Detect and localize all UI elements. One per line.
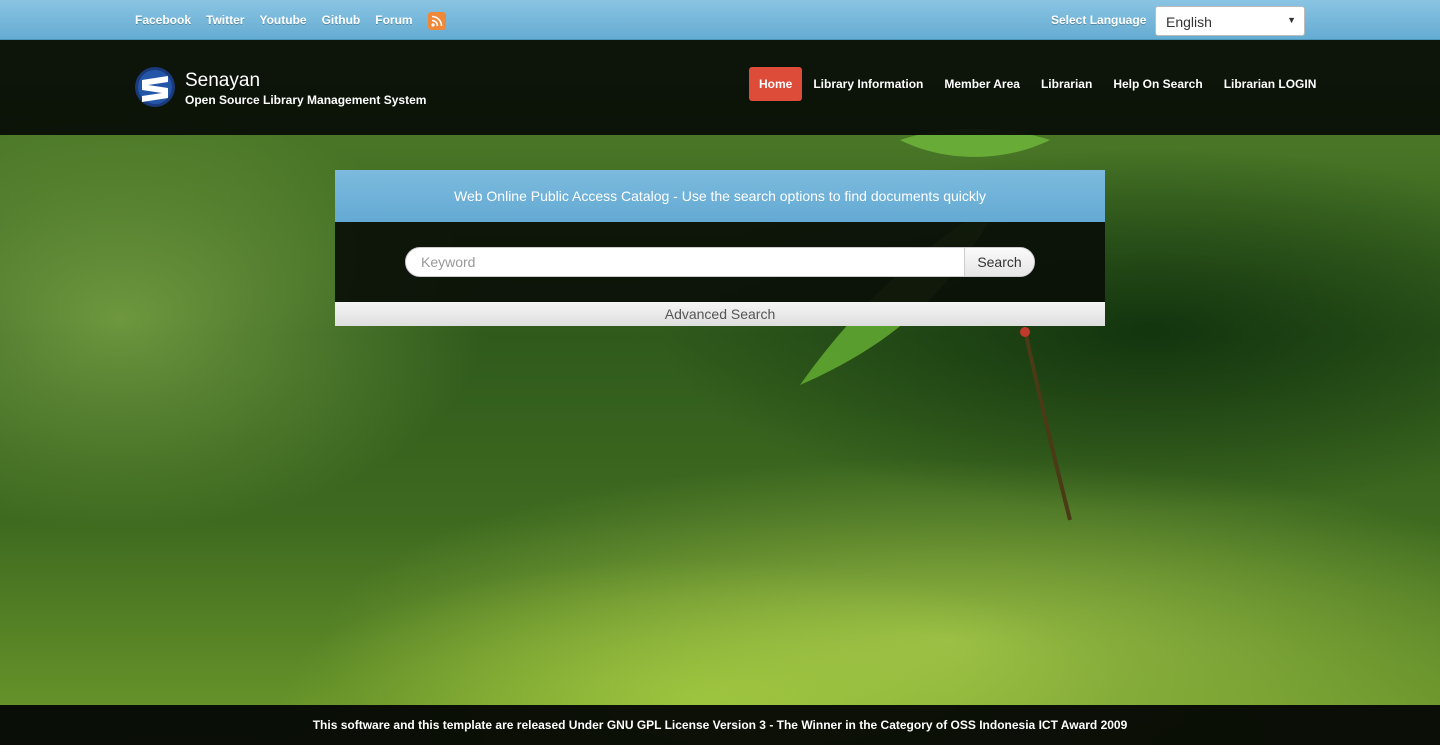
nav-librarian-login[interactable]: Librarian LOGIN (1214, 67, 1327, 101)
nav-librarian[interactable]: Librarian (1031, 67, 1102, 101)
facebook-link[interactable]: Facebook (135, 13, 191, 27)
footer-license-text: This software and this template are rele… (0, 705, 1440, 745)
language-selected-value: English (1166, 14, 1212, 30)
language-label: Select Language (1051, 13, 1147, 27)
advanced-search-toggle[interactable]: Advanced Search (335, 302, 1105, 326)
nav-home[interactable]: Home (749, 67, 803, 101)
search-panel-body: Search (335, 222, 1105, 302)
chevron-down-icon: ▼ (1287, 15, 1296, 25)
twitter-link[interactable]: Twitter (206, 13, 244, 27)
nav-help-on-search[interactable]: Help On Search (1103, 67, 1212, 101)
forum-link[interactable]: Forum (375, 13, 412, 27)
nav-member-area[interactable]: Member Area (934, 67, 1030, 101)
site-header: Senayan Open Source Library Management S… (0, 40, 1440, 135)
search-button[interactable]: Search (964, 248, 1034, 276)
youtube-link[interactable]: Youtube (259, 13, 306, 27)
social-links: Facebook Twitter Youtube Github Forum (135, 0, 446, 40)
site-title[interactable]: Senayan (185, 70, 260, 92)
language-select[interactable]: English ▼ (1155, 6, 1305, 36)
keyword-input[interactable] (406, 248, 964, 276)
senayan-logo-icon[interactable] (134, 66, 176, 108)
site-subtitle: Open Source Library Management System (185, 93, 427, 107)
nav-library-information[interactable]: Library Information (803, 67, 933, 101)
search-panel-heading: Web Online Public Access Catalog - Use t… (335, 170, 1105, 222)
rss-icon[interactable] (427, 11, 446, 30)
search-panel: Web Online Public Access Catalog - Use t… (335, 170, 1105, 326)
top-bar: Facebook Twitter Youtube Github Forum Se… (0, 0, 1440, 40)
main-nav: Home Library Information Member Area Lib… (749, 67, 1327, 101)
search-form: Search (405, 247, 1035, 277)
github-link[interactable]: Github (322, 13, 361, 27)
